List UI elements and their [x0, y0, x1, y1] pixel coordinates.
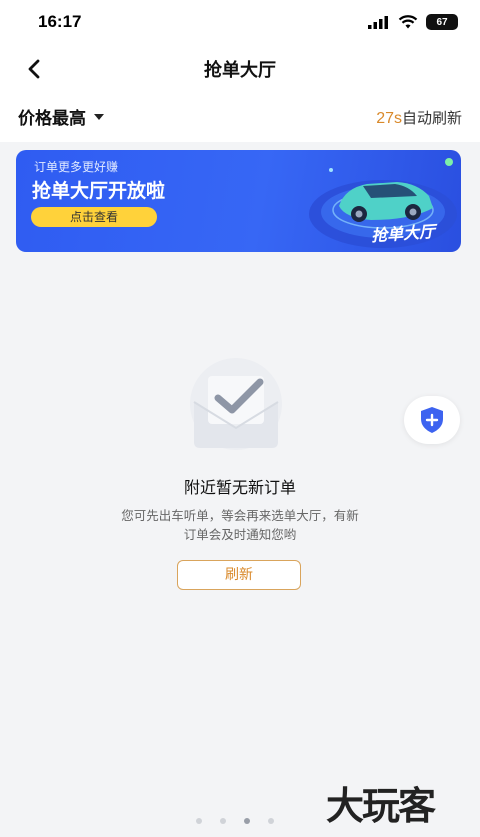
caret-down-icon: [94, 113, 104, 120]
page-dot-2: [220, 818, 226, 824]
page-dot-4: [268, 818, 274, 824]
empty-desc-line-1: 您可先出车听单，等会再来选单大厅，有新: [121, 508, 359, 523]
page-title: 抢单大厅: [204, 60, 276, 81]
refresh-button[interactable]: 刷新: [177, 560, 301, 590]
status-time: 16:17: [38, 12, 82, 31]
sort-label: 价格最高: [18, 109, 86, 129]
empty-state-description: 您可先出车听单，等会再来选单大厅，有新 订单会及时通知您哟: [90, 506, 390, 544]
page-dot-3: [244, 818, 250, 824]
page-dot-1: [196, 818, 202, 824]
nav-bar: 抢单大厅: [0, 46, 480, 90]
auto-refresh-countdown: 27s自动刷新: [376, 107, 462, 128]
empty-state-title: 附近暂无新订单: [183, 478, 296, 497]
signal-icon: [368, 15, 388, 29]
banner-subtitle: 订单更多更好赚: [34, 160, 119, 174]
countdown-seconds: 27s: [376, 110, 402, 127]
safety-shield-button[interactable]: [404, 396, 460, 444]
watermark-logo: 大玩客: [326, 784, 436, 828]
banner-art-text: 抢单大厅: [370, 221, 436, 246]
empty-desc-line-2: 订单会及时通知您哟: [183, 527, 297, 542]
page-indicator: [196, 818, 274, 824]
banner-view-button[interactable]: 点击查看: [31, 207, 157, 227]
shield-plus-icon: [421, 407, 443, 433]
promo-banner[interactable]: 订单更多更好赚 抢单大厅开放啦 点击查看 抢单大厅: [16, 150, 461, 252]
sort-dropdown[interactable]: 价格最高: [18, 104, 104, 129]
battery-indicator: 67: [426, 14, 458, 30]
countdown-suffix: 自动刷新: [401, 109, 462, 127]
filter-bar: 价格最高 27s自动刷新: [0, 90, 480, 142]
status-bar: 16:17 67: [0, 0, 480, 46]
empty-inbox-icon: [190, 358, 282, 450]
wifi-icon: [398, 14, 418, 28]
status-icons: 67: [368, 14, 458, 30]
banner-title: 抢单大厅开放啦: [32, 180, 166, 202]
